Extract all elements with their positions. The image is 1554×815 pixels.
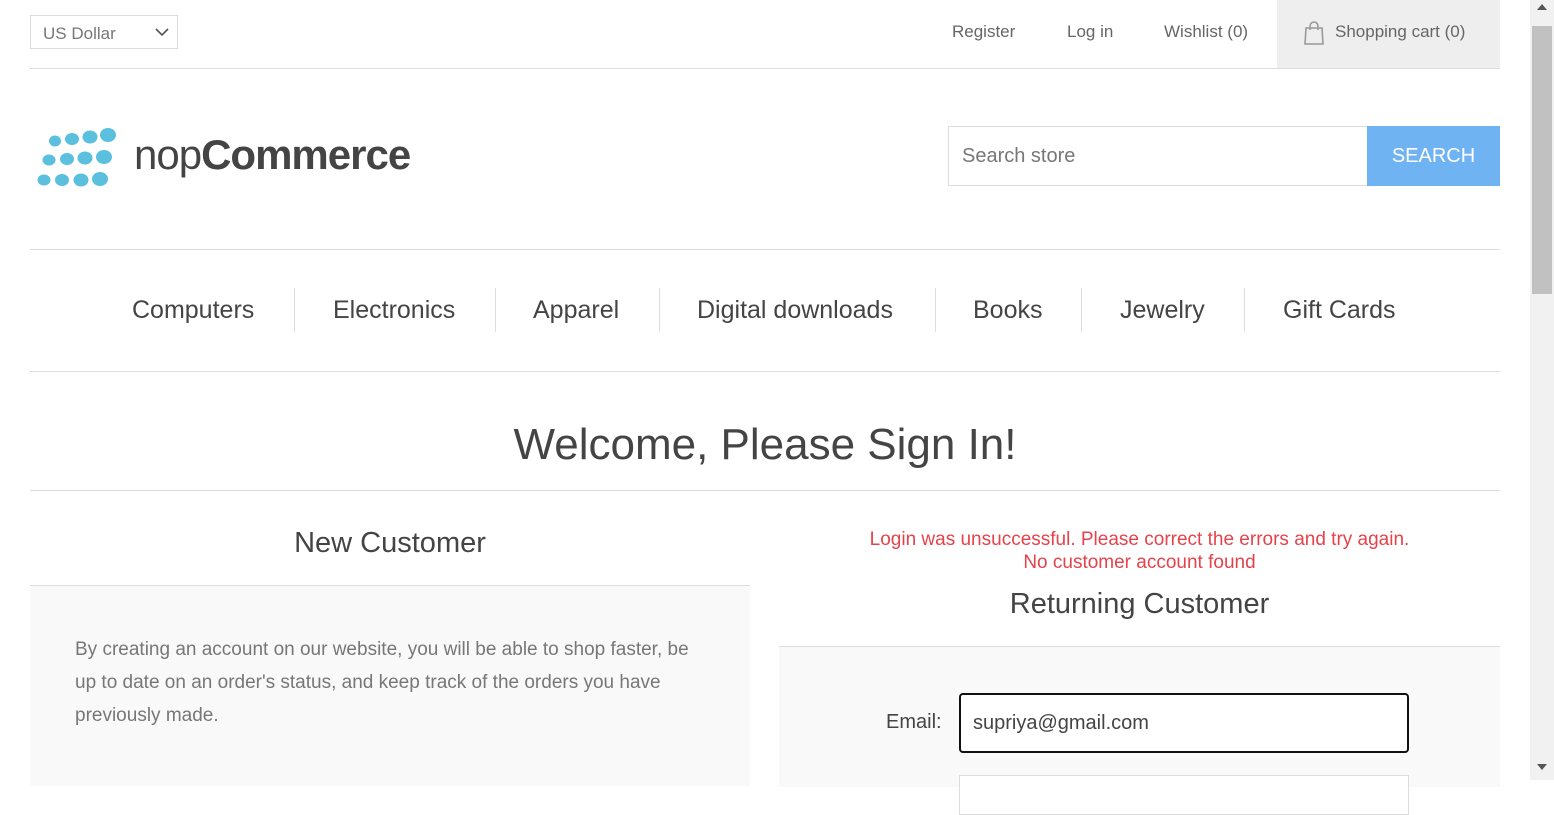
- login-error-detail: No customer account found: [1023, 552, 1256, 573]
- menu-separator: [935, 288, 936, 332]
- new-customer-box: By creating an account on our website, y…: [30, 585, 750, 786]
- scroll-up-arrow-icon[interactable]: [1537, 4, 1547, 10]
- shopping-cart-link[interactable]: Shopping cart (0): [1277, 0, 1500, 68]
- page: US Dollar Register Log in Wishlist (0) S…: [30, 0, 1500, 815]
- logo-light: nop: [134, 131, 202, 178]
- scroll-down-arrow-icon[interactable]: [1537, 764, 1547, 770]
- title-divider: [30, 490, 1500, 491]
- email-label: Email:: [886, 711, 942, 733]
- page-title: Welcome, Please Sign In!: [513, 420, 1017, 469]
- menu-item-apparel[interactable]: Apparel: [533, 296, 619, 325]
- logo-wordmark: nopCommerce: [134, 131, 411, 179]
- wishlist-link[interactable]: Wishlist (0): [1164, 22, 1248, 42]
- chevron-down-icon: [155, 28, 169, 37]
- password-field[interactable]: [959, 775, 1409, 815]
- menu-separator: [1081, 288, 1082, 332]
- menu-item-books[interactable]: Books: [973, 296, 1042, 325]
- search-button[interactable]: SEARCH: [1367, 126, 1500, 186]
- returning-customer-box: Email:: [779, 646, 1500, 815]
- menu-separator: [294, 288, 295, 332]
- login-error-message: Login was unsuccessful. Please correct t…: [779, 528, 1500, 574]
- shopping-cart-label: Shopping cart (0): [1335, 22, 1466, 41]
- scrollbar-thumb[interactable]: [1532, 26, 1552, 294]
- menu-item-gift-cards[interactable]: Gift Cards: [1283, 296, 1396, 325]
- page-scrollbar[interactable]: [1530, 0, 1554, 780]
- menu-separator: [1244, 288, 1245, 332]
- currency-select[interactable]: US Dollar: [30, 15, 178, 49]
- top-menu: Computers Electronics Apparel Digital do…: [30, 249, 1500, 372]
- new-customer-text: By creating an account on our website, y…: [75, 639, 689, 726]
- menu-item-electronics[interactable]: Electronics: [333, 296, 455, 325]
- menu-item-computers[interactable]: Computers: [132, 296, 254, 325]
- menu-item-digital-downloads[interactable]: Digital downloads: [697, 296, 893, 325]
- login-error-line: Login was unsuccessful. Please correct t…: [869, 529, 1410, 550]
- menu-item-jewelry[interactable]: Jewelry: [1120, 296, 1205, 325]
- search-input[interactable]: [948, 126, 1368, 186]
- header-links-bar: US Dollar Register Log in Wishlist (0) S…: [30, 0, 1500, 69]
- logo-dots-icon: [37, 128, 116, 187]
- currency-selected: US Dollar: [43, 24, 116, 43]
- register-link[interactable]: Register: [952, 22, 1015, 42]
- menu-separator: [495, 288, 496, 332]
- shopping-bag-icon: [1304, 21, 1324, 45]
- menu-separator: [659, 288, 660, 332]
- store-logo[interactable]: nopCommerce: [34, 125, 411, 193]
- email-field[interactable]: [959, 693, 1409, 753]
- new-customer-title: New Customer: [294, 527, 486, 559]
- logo-bold: Commerce: [201, 131, 411, 178]
- returning-customer-title: Returning Customer: [1009, 588, 1270, 620]
- login-link[interactable]: Log in: [1067, 22, 1113, 42]
